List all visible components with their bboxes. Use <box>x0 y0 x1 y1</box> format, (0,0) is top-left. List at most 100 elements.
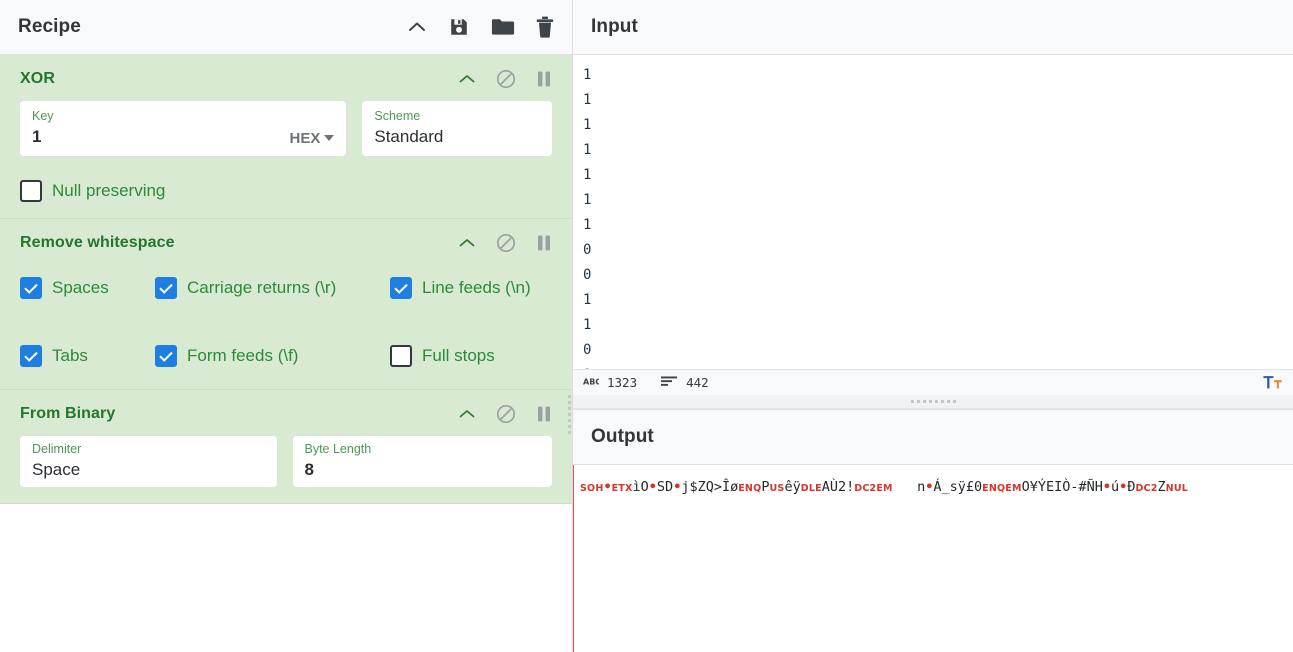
operation-body: Spaces Carriage returns (\r) Line feeds … <box>0 277 572 389</box>
xor-key-format-label: HEX <box>289 130 321 147</box>
input-lines-group: 442 <box>661 375 709 390</box>
output-title: Output <box>591 426 654 447</box>
operation-title: From Binary <box>20 405 116 422</box>
whitespace-spaces-checkbox[interactable]: Spaces <box>20 277 155 299</box>
operation-header: From Binary <box>0 390 572 434</box>
whitespace-checkbox-row-1: Spaces Carriage returns (\r) Line feeds … <box>20 277 552 299</box>
operation-title: Remove whitespace <box>20 234 175 251</box>
operation-controls <box>458 404 552 424</box>
from-binary-byte-length-field[interactable]: Byte Length 8 <box>292 436 552 487</box>
operation-controls <box>458 69 552 89</box>
control-char: ENQ <box>982 483 1006 494</box>
recipe-operation-xor[interactable]: XOR Key 1 HEX Scheme Standard Null prese… <box>0 55 572 219</box>
trash-icon[interactable] <box>536 16 554 38</box>
output-text: Z <box>1157 479 1166 495</box>
operation-breakpoint-icon[interactable] <box>536 234 552 252</box>
nonprintable-dot: • <box>1102 479 1112 495</box>
input-output-splitter[interactable] <box>573 395 1293 409</box>
checkbox-box <box>20 277 42 299</box>
operation-breakpoint-icon[interactable] <box>536 405 552 423</box>
operation-disable-icon[interactable] <box>496 233 516 253</box>
operation-collapse-icon[interactable] <box>458 73 476 85</box>
control-char: DC2 <box>854 483 877 494</box>
control-char: SOH <box>580 483 604 494</box>
output-text: j$ZQ>Îø <box>681 479 739 495</box>
output-textarea[interactable]: SOH•ETXìO•SD•j$ZQ>ÎøENQPUSêÿDLEAÙ2!DC2EM… <box>573 465 1293 652</box>
whitespace-tabs-checkbox[interactable]: Tabs <box>20 345 155 367</box>
output-text: n <box>892 479 926 495</box>
checkbox-box <box>390 277 412 299</box>
control-char: NUL <box>1165 483 1188 494</box>
input-textarea[interactable]: 1 1 1 1 1 1 1 0 0 1 1 0 0 <box>573 55 1293 369</box>
xor-null-preserving-checkbox[interactable]: Null preserving <box>20 180 165 202</box>
xor-scheme-value: Standard <box>374 126 444 146</box>
xor-key-format-dropdown[interactable]: HEX <box>290 130 335 147</box>
checkbox-label: Line feeds (\n) <box>422 278 531 297</box>
from-binary-delimiter-label: Delimiter <box>32 441 82 456</box>
checkbox-label: Form feeds (\f) <box>187 346 299 365</box>
operation-disable-icon[interactable] <box>496 404 516 424</box>
output-text: AÙ2! <box>821 479 855 495</box>
output-section: Output SOH•ETXìO•SD•j$ZQ>ÎøENQPUSêÿDLEAÙ… <box>573 410 1293 652</box>
text-size-icon[interactable] <box>1263 375 1283 390</box>
checkbox-box <box>155 345 177 367</box>
operation-disable-icon[interactable] <box>496 69 516 89</box>
control-char: EM <box>1005 483 1022 494</box>
output-text: P <box>761 479 770 495</box>
folder-icon[interactable] <box>491 17 515 37</box>
cyberchef-app: Recipe XOR Key 1 HEX Scheme Standard Nul… <box>0 0 1293 652</box>
chevron-down-icon <box>324 135 335 141</box>
checkbox-box <box>390 345 412 367</box>
from-binary-byte-length-value: 8 <box>304 459 314 479</box>
operation-collapse-icon[interactable] <box>458 237 476 249</box>
xor-key-field[interactable]: Key 1 HEX <box>20 101 347 156</box>
xor-argument-row: Key 1 HEX Scheme Standard <box>20 101 552 156</box>
operation-header: Remove whitespace <box>0 219 572 263</box>
operation-breakpoint-icon[interactable] <box>536 70 552 88</box>
from-binary-byte-length-label: Byte Length <box>304 441 372 456</box>
recipe-toolbar <box>407 16 554 38</box>
whitespace-form-feeds-checkbox[interactable]: Form feeds (\f) <box>155 345 390 367</box>
checkbox-box <box>20 180 42 202</box>
collapse-icon[interactable] <box>407 20 427 34</box>
from-binary-delimiter-field[interactable]: Delimiter Space <box>20 436 277 487</box>
from-binary-argument-row: Delimiter Space Byte Length 8 <box>20 436 552 487</box>
input-title-bar: Input <box>573 0 1293 55</box>
svg-text:ABC: ABC <box>583 378 599 387</box>
input-lines-value: 442 <box>686 375 709 390</box>
nonprintable-dot: • <box>648 479 657 495</box>
recipe-pane: Recipe XOR Key 1 HEX Scheme Standard Nul… <box>0 0 573 652</box>
save-icon[interactable] <box>448 16 470 38</box>
operation-title: XOR <box>20 70 55 87</box>
output-text: O¥ÝEIÒ-#ÑH <box>1021 479 1103 495</box>
recipe-input-splitter[interactable] <box>566 390 573 438</box>
recipe-operation-list: XOR Key 1 HEX Scheme Standard Null prese… <box>0 55 572 652</box>
output-text: SD <box>656 479 674 495</box>
input-length-value: 1323 <box>607 375 638 390</box>
control-char: ENQ <box>738 483 762 494</box>
io-pane: Input 1 1 1 1 1 1 1 0 0 1 1 0 0 ABC 1323 <box>573 0 1293 652</box>
operation-collapse-icon[interactable] <box>458 408 476 420</box>
control-char: ETX <box>611 483 633 494</box>
control-char: DLE <box>800 483 822 494</box>
checkbox-label: Full stops <box>422 346 495 365</box>
recipe-operation-remove-whitespace[interactable]: Remove whitespace Spaces Carriage return… <box>0 219 572 390</box>
xor-key-label: Key <box>32 108 54 123</box>
checkbox-label: Spaces <box>52 278 109 297</box>
input-length-group: ABC 1323 <box>583 375 637 390</box>
operation-controls <box>458 233 552 253</box>
input-status-bar: ABC 1323 442 <box>573 369 1293 395</box>
recipe-operation-from-binary[interactable]: From Binary Delimiter Space Byte Length … <box>0 390 572 504</box>
whitespace-full-stops-checkbox[interactable]: Full stops <box>390 345 495 367</box>
output-text: ú <box>1111 479 1120 495</box>
splitter-grip <box>910 400 956 403</box>
xor-scheme-field[interactable]: Scheme Standard <box>362 101 552 156</box>
checkbox-box <box>155 277 177 299</box>
abc-icon: ABC <box>583 375 601 390</box>
output-text: Á_sÿ£0 <box>933 479 983 495</box>
whitespace-line-feeds-checkbox[interactable]: Line feeds (\n) <box>390 277 531 299</box>
output-text: ìO <box>632 479 649 495</box>
checkbox-label: Carriage returns (\r) <box>187 278 337 297</box>
whitespace-carriage-returns-checkbox[interactable]: Carriage returns (\r) <box>155 277 390 299</box>
control-char: DC2 <box>1135 483 1158 494</box>
